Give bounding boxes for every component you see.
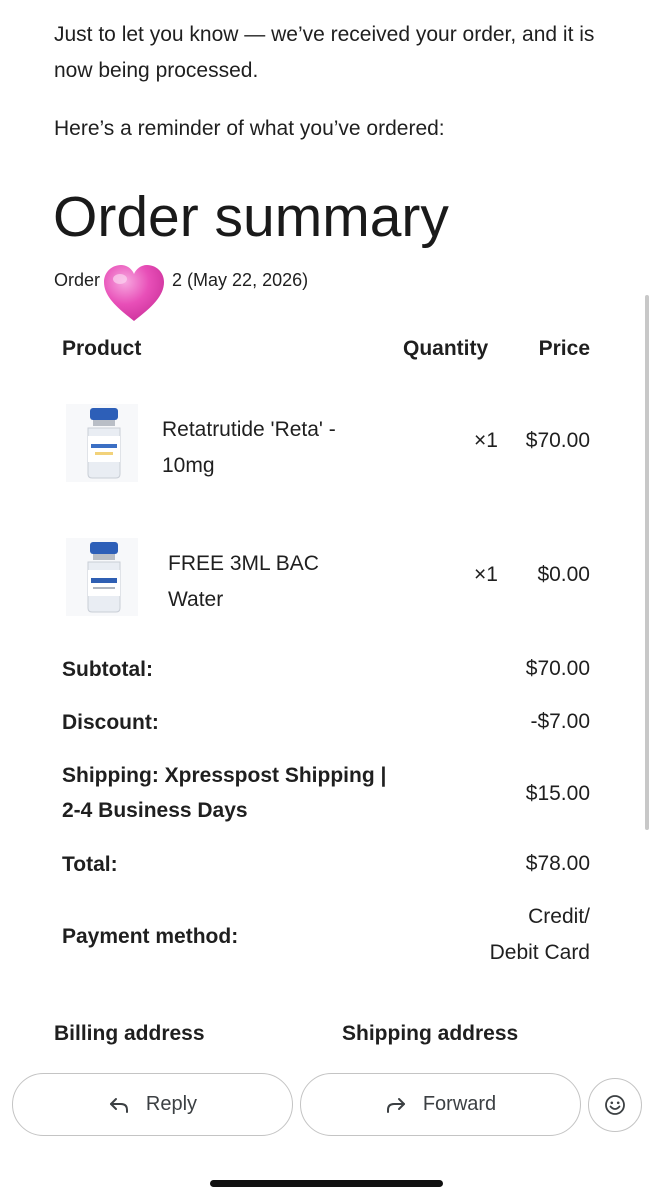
- reminder-text: Here’s a reminder of what you’ve ordered…: [54, 117, 445, 140]
- scrollbar[interactable]: [645, 295, 649, 830]
- shipping-address-heading: Shipping address: [342, 1022, 519, 1045]
- reply-label: Reply: [145, 1093, 198, 1115]
- emoji-reaction-button[interactable]: [588, 1078, 642, 1132]
- order-number-tail: 2: [172, 270, 183, 290]
- payment-method-value: Credit/ Debit Card: [489, 905, 590, 964]
- order-number-prefix: Order: [54, 270, 101, 290]
- pink-heart-sticker-icon: [104, 265, 164, 321]
- reply-arrow-icon: [109, 1097, 128, 1113]
- product-quantity: ×1: [474, 429, 498, 452]
- discount-label: Discount:: [62, 711, 159, 734]
- header-price: Price: [538, 337, 590, 360]
- shipping-value: $15.00: [525, 782, 590, 805]
- intro-text: Just to let you know — we’ve received yo…: [54, 23, 595, 82]
- retatrutide-vial-image: [66, 404, 138, 482]
- product-name: FREE 3ML BAC Water: [168, 552, 319, 611]
- subtotal-value: $70.00: [525, 657, 590, 680]
- product-price: $70.00: [525, 429, 590, 452]
- home-indicator[interactable]: [210, 1180, 443, 1187]
- payment-method-label: Payment method:: [62, 925, 239, 948]
- order-number-line: Order 2 (May 22, 2026): [54, 266, 308, 294]
- bac-water-vial-image: [66, 538, 138, 616]
- product-name: Retatrutide 'Reta' - 10mg: [162, 418, 336, 477]
- discount-value: -$7.00: [530, 710, 590, 733]
- order-date: (May 22, 2026): [187, 270, 309, 290]
- forward-arrow-icon: [386, 1097, 405, 1113]
- forward-button[interactable]: Forward: [300, 1073, 581, 1136]
- total-value: $78.00: [525, 852, 590, 875]
- order-summary-title: Order summary: [53, 185, 449, 249]
- total-label: Total:: [62, 853, 118, 876]
- subtotal-label: Subtotal:: [62, 658, 153, 681]
- forward-label: Forward: [422, 1093, 497, 1115]
- billing-address-heading: Billing address: [54, 1022, 205, 1045]
- product-quantity: ×1: [474, 563, 498, 586]
- reply-button[interactable]: Reply: [12, 1073, 293, 1136]
- smiley-icon: [605, 1095, 625, 1115]
- header-product: Product: [62, 337, 142, 360]
- header-quantity: Quantity: [403, 337, 489, 360]
- product-price: $0.00: [537, 563, 590, 586]
- shipping-label: Shipping: Xpresspost Shipping | 2-4 Busi…: [62, 764, 387, 822]
